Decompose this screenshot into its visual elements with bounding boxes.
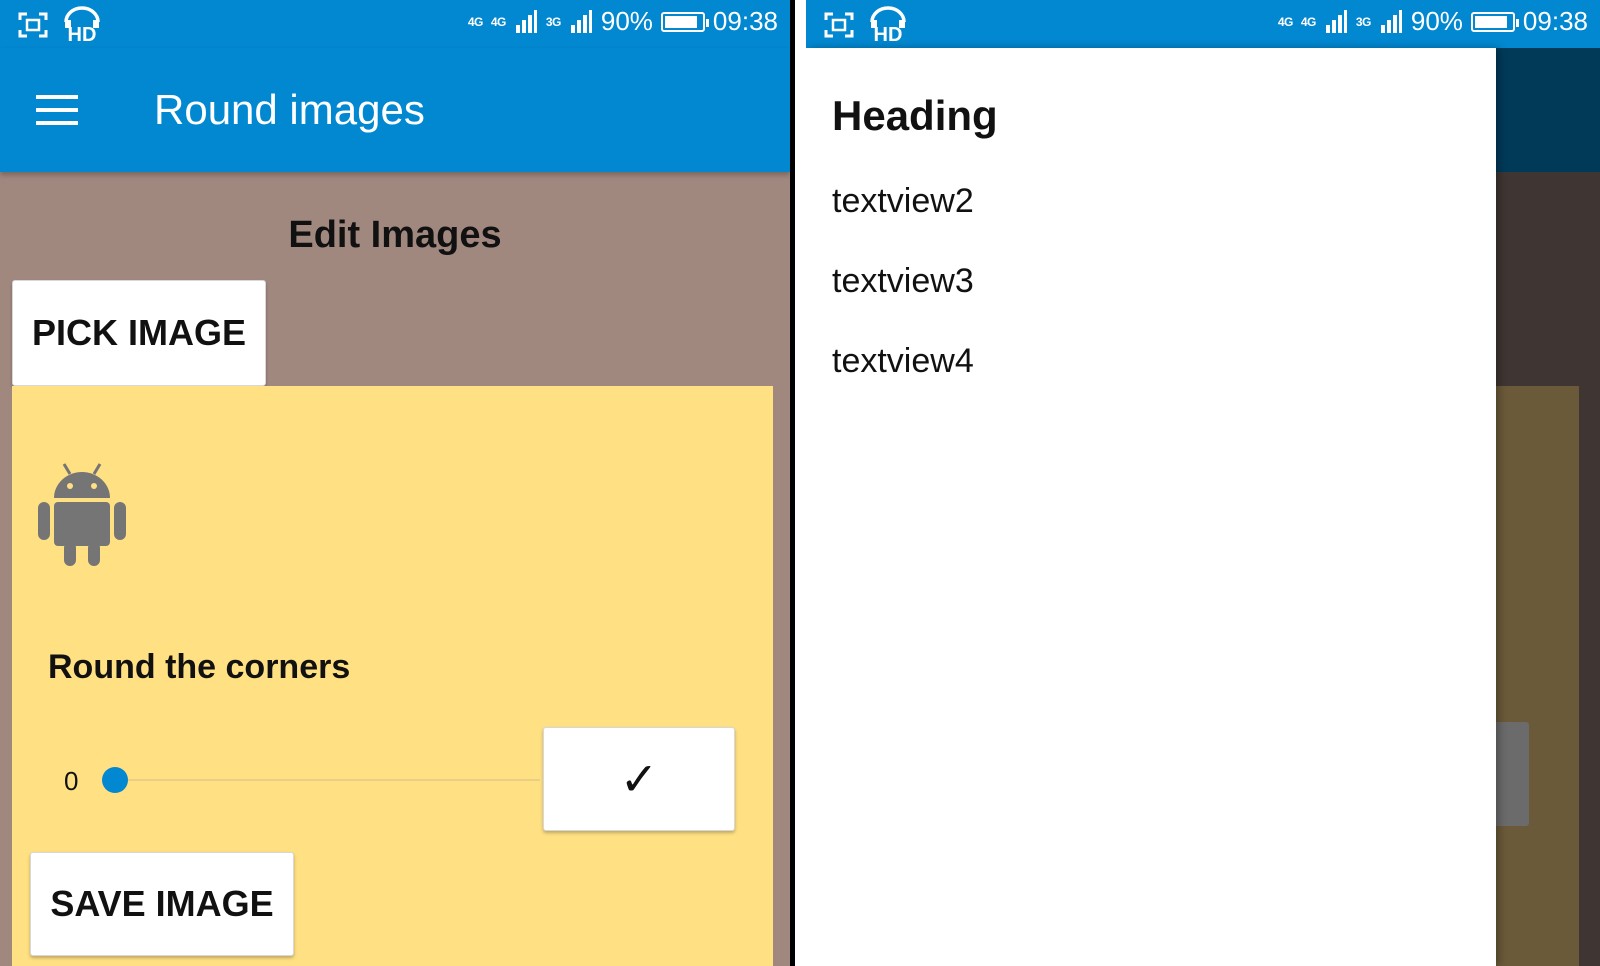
clock: 09:38 [1522,6,1588,36]
apply-check-button[interactable]: ✓ [543,727,735,831]
drawer-item-textview2[interactable]: textview2 [832,182,974,221]
app-toolbar: Round images [0,48,790,172]
left-phone-screen: HD 4G 4G 3G 90% 09:38 Round images Edit … [0,0,790,966]
section-title: Edit Images [288,214,502,256]
hd-voice-icon: HD [64,6,100,44]
hd-voice-icon: HD [870,6,906,44]
slider-value: 0 [64,766,79,796]
round-corners-label: Round the corners [48,648,351,686]
app-title: Round images [154,86,425,133]
drawer-heading: Heading [832,92,998,139]
battery-percent: 90% [600,6,653,36]
signal-bars-icon [1325,9,1347,33]
corner-radius-slider[interactable] [100,763,540,797]
pick-image-button[interactable]: PICK IMAGE [12,280,266,386]
signal-label-4g: 4G [1277,14,1294,29]
battery-icon [660,11,709,32]
svg-text:HD: HD [68,24,97,44]
status-bar-right: HD 4G 4G 3G 90% 09:38 [806,0,1600,48]
battery-percent: 90% [1410,6,1463,36]
signal-bars-icon [515,9,537,33]
slider-track [114,779,540,781]
signal-label-3g: 3G [545,14,562,29]
clock: 09:38 [712,6,778,36]
save-image-button[interactable]: SAVE IMAGE [30,852,294,956]
signal-label-4g: 4G [467,14,484,29]
battery-fill [1474,15,1507,28]
screenshot-icon [824,12,854,38]
navigation-drawer: Heading textview2 textview3 textview4 [806,48,1496,966]
signal-label-4g-2: 4G [490,14,507,29]
battery-fill [664,15,697,28]
drawer-item-textview4[interactable]: textview4 [832,342,974,381]
image-edit-card: Round the corners 0 ✓ SAVE IMAGE [12,386,773,966]
hamburger-menu-icon[interactable] [36,95,78,125]
signal-label-4g-2: 4G [1300,14,1317,29]
slider-thumb[interactable] [102,767,128,793]
svg-text:HD: HD [874,24,903,44]
android-icon [38,463,126,566]
signal-bars-icon-2 [1380,9,1402,33]
status-bar: HD 4G 4G 3G 90% 09:38 [0,0,790,48]
screenshot-icon [18,12,48,38]
battery-icon [1470,11,1519,32]
signal-label-3g: 3G [1355,14,1372,29]
screen-divider [790,0,806,966]
drawer-item-textview3[interactable]: textview3 [832,262,974,301]
right-phone-screen: HD 4G 4G 3G 90% 09:38 Heading textview2 … [806,0,1600,966]
signal-bars-icon-2 [570,9,592,33]
